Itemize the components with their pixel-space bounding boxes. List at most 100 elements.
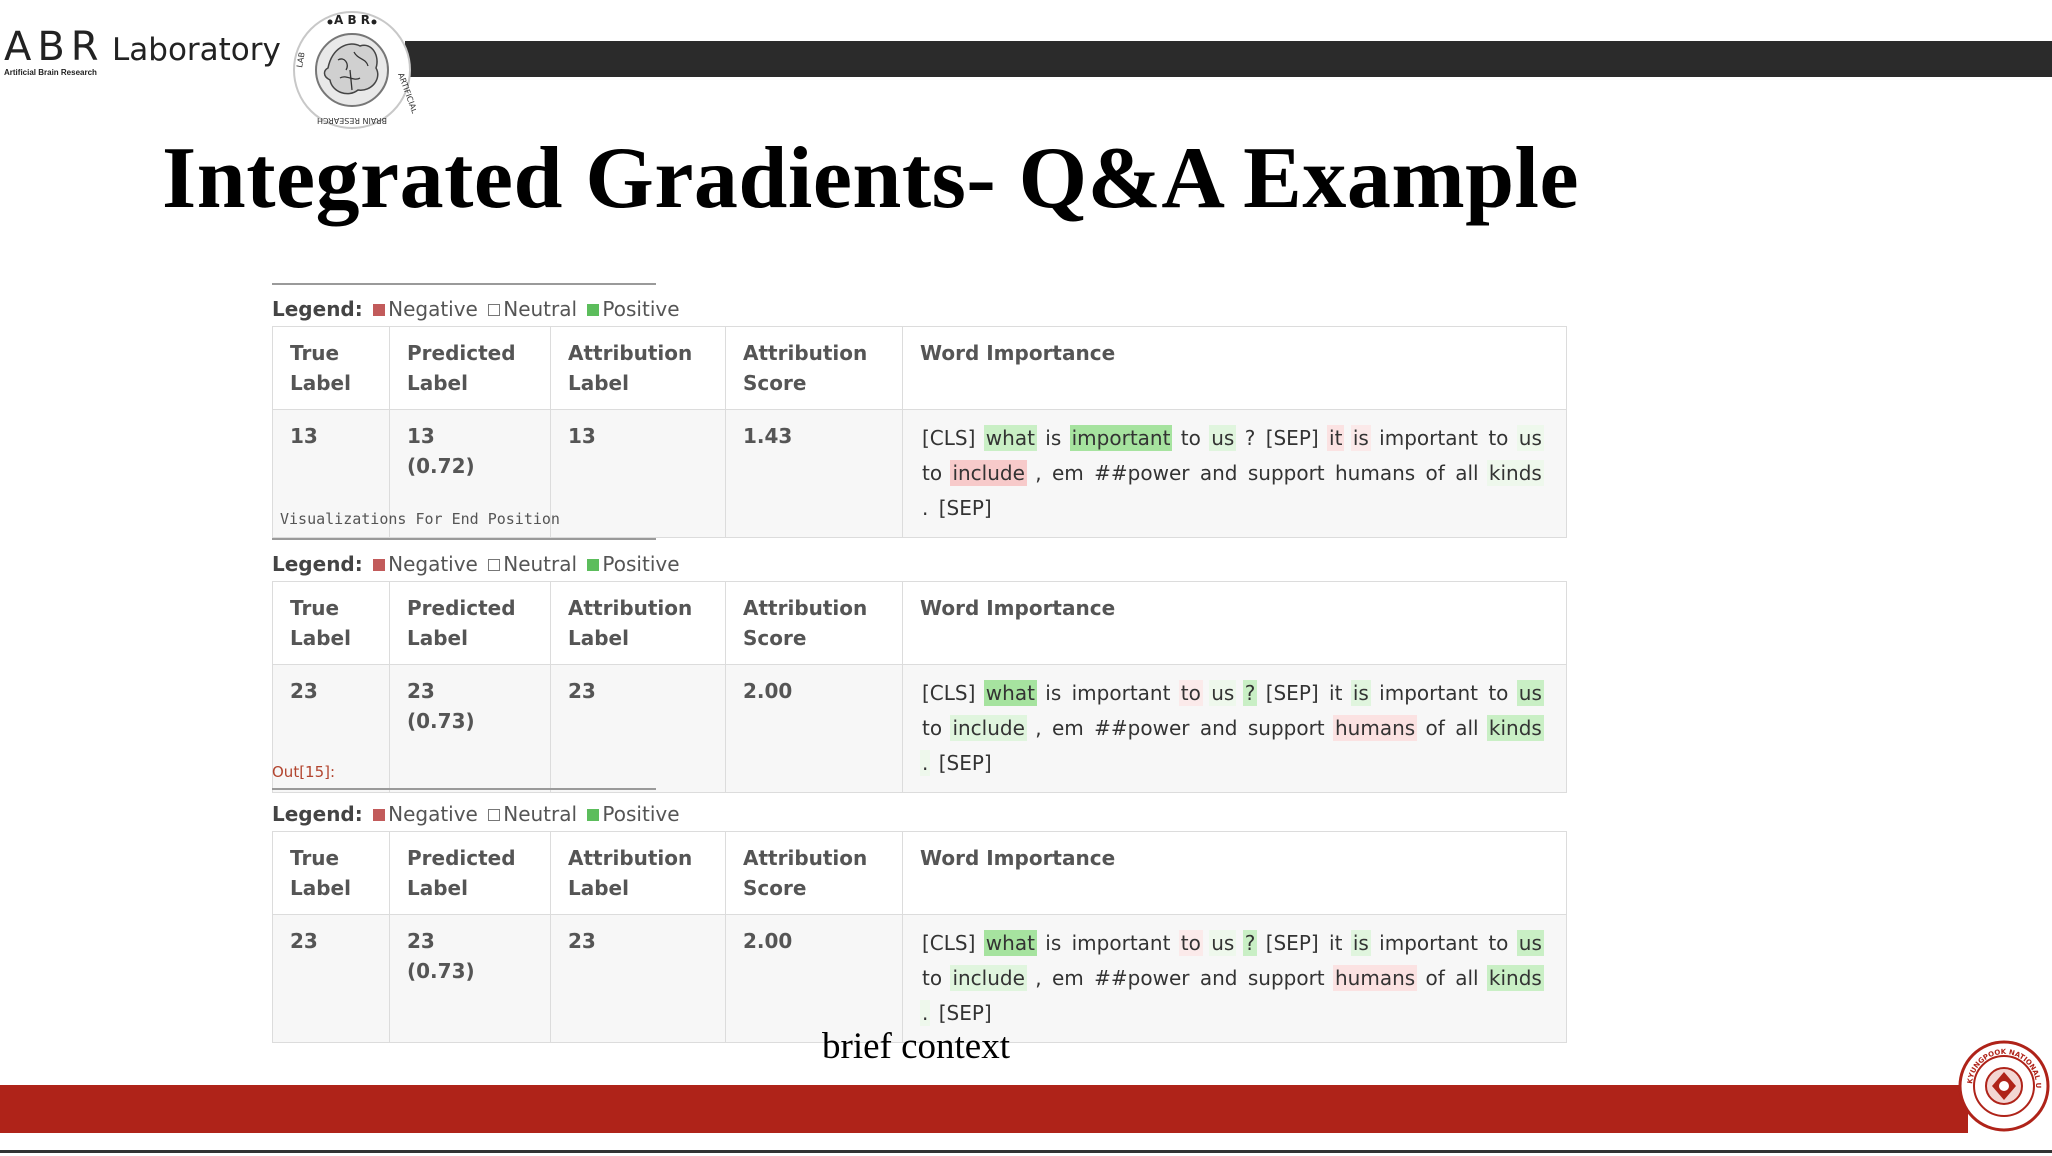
attribution-score: 2.00: [725, 914, 903, 1043]
token: to: [922, 716, 943, 740]
token: to: [1488, 681, 1509, 705]
token: .: [920, 1000, 931, 1026]
token: ,: [1035, 461, 1042, 485]
viz-output: Legend: Negative Neutral Positive True L…: [272, 788, 1567, 1043]
token: support: [1247, 461, 1325, 485]
token: us: [1516, 930, 1544, 956]
column-header: Attribution Label: [550, 831, 726, 915]
legend-label: Legend:: [272, 552, 363, 576]
column-header: Attribution Score: [725, 326, 903, 410]
token: and: [1199, 461, 1238, 485]
token: to: [922, 966, 943, 990]
svg-text:BRAIN RESEARCH: BRAIN RESEARCH: [317, 116, 387, 125]
token: [CLS]: [922, 681, 976, 705]
column-header: Predicted Label: [389, 831, 551, 915]
predicted-label-value: 23: [407, 679, 435, 703]
token: ##power: [1094, 966, 1190, 990]
token: em: [1051, 461, 1084, 485]
legend-neutral: Neutral: [503, 802, 578, 826]
token: is: [1350, 680, 1371, 706]
column-header: Word Importance: [902, 831, 1567, 915]
predicted-label: 23 (0.73): [389, 664, 551, 793]
token: is: [1045, 681, 1062, 705]
legend: Legend: Negative Neutral Positive: [272, 800, 1567, 828]
token: include: [950, 460, 1027, 486]
end-position-caption: Visualizations For End Position: [280, 510, 560, 528]
token: to: [1180, 426, 1201, 450]
legend-negative: Negative: [388, 802, 478, 826]
attribution-label: 13: [550, 409, 726, 538]
legend-rule: [272, 283, 656, 285]
token: all: [1455, 461, 1479, 485]
token: to: [1178, 930, 1203, 956]
token: ?: [1242, 930, 1258, 956]
word-importance: [CLS] what is important to us ? [SEP] it…: [902, 409, 1567, 538]
token: us: [1516, 425, 1544, 451]
token: [SEP]: [1265, 426, 1319, 450]
token: important: [1379, 426, 1478, 450]
neutral-swatch-icon: [488, 809, 501, 821]
brief-context-text: brief context: [822, 1026, 1010, 1067]
token: [SEP]: [1265, 681, 1319, 705]
column-header: True Label: [272, 831, 390, 915]
token: us: [1209, 425, 1237, 451]
column-header: Predicted Label: [389, 581, 551, 665]
token: [CLS]: [922, 931, 976, 955]
attribution-label: 23: [550, 664, 726, 793]
token: what: [983, 930, 1037, 956]
positive-swatch-icon: [587, 809, 600, 821]
svg-text:A B R: A B R: [334, 13, 370, 27]
column-header: Word Importance: [902, 581, 1567, 665]
token: us: [1209, 680, 1237, 706]
legend-negative: Negative: [388, 552, 478, 576]
token: to: [1488, 931, 1509, 955]
token: support: [1247, 966, 1325, 990]
column-header: True Label: [272, 581, 390, 665]
lab-subtitle: Artificial Brain Research: [4, 68, 97, 77]
legend-negative: Negative: [388, 297, 478, 321]
column-header: Attribution Score: [725, 831, 903, 915]
token: kinds: [1486, 715, 1544, 741]
table-row: 23 23 (0.73) 23 2.00 [CLS] what is import…: [272, 914, 1567, 1043]
table-header-row: True Label Predicted Label Attribution L…: [272, 831, 1567, 915]
token: what: [983, 680, 1037, 706]
legend-positive: Positive: [602, 802, 680, 826]
token: it: [1327, 425, 1345, 451]
legend: Legend: Negative Neutral Positive: [272, 550, 1567, 578]
token: kinds: [1486, 460, 1544, 486]
token: it: [1329, 681, 1343, 705]
token: .: [920, 750, 931, 776]
predicted-prob: (0.73): [407, 959, 475, 983]
header-bar: [405, 41, 2052, 77]
legend-neutral: Neutral: [503, 297, 578, 321]
lab-name-text: Laboratory: [112, 32, 281, 68]
token: humans: [1333, 965, 1418, 991]
token: ,: [1035, 966, 1042, 990]
token: [SEP]: [938, 1001, 992, 1025]
column-header: True Label: [272, 326, 390, 410]
token: important: [1071, 931, 1171, 955]
university-seal-logo: KYUNGPOOK NATIONAL UNIVERSITY: [1958, 1040, 2050, 1132]
token: all: [1455, 966, 1479, 990]
negative-swatch-icon: [373, 304, 386, 316]
predicted-label-value: 13: [407, 424, 435, 448]
token: important: [1379, 681, 1478, 705]
legend-rule: [272, 538, 656, 540]
legend: Legend: Negative Neutral Positive: [272, 295, 1567, 323]
token: [SEP]: [938, 751, 992, 775]
token: us: [1516, 680, 1544, 706]
token: of: [1425, 966, 1445, 990]
column-header: Attribution Score: [725, 581, 903, 665]
token: all: [1455, 716, 1479, 740]
token: it: [1329, 931, 1343, 955]
token: kinds: [1486, 965, 1544, 991]
token: .: [922, 496, 929, 520]
attribution-score: 1.43: [725, 409, 903, 538]
predicted-prob: (0.72): [407, 454, 475, 478]
word-importance: [CLS] what is important to us ? [SEP] it…: [902, 914, 1567, 1043]
token: is: [1045, 426, 1062, 450]
token: [SEP]: [1265, 931, 1319, 955]
neutral-swatch-icon: [488, 559, 501, 571]
token: is: [1045, 931, 1062, 955]
legend-positive: Positive: [602, 552, 680, 576]
